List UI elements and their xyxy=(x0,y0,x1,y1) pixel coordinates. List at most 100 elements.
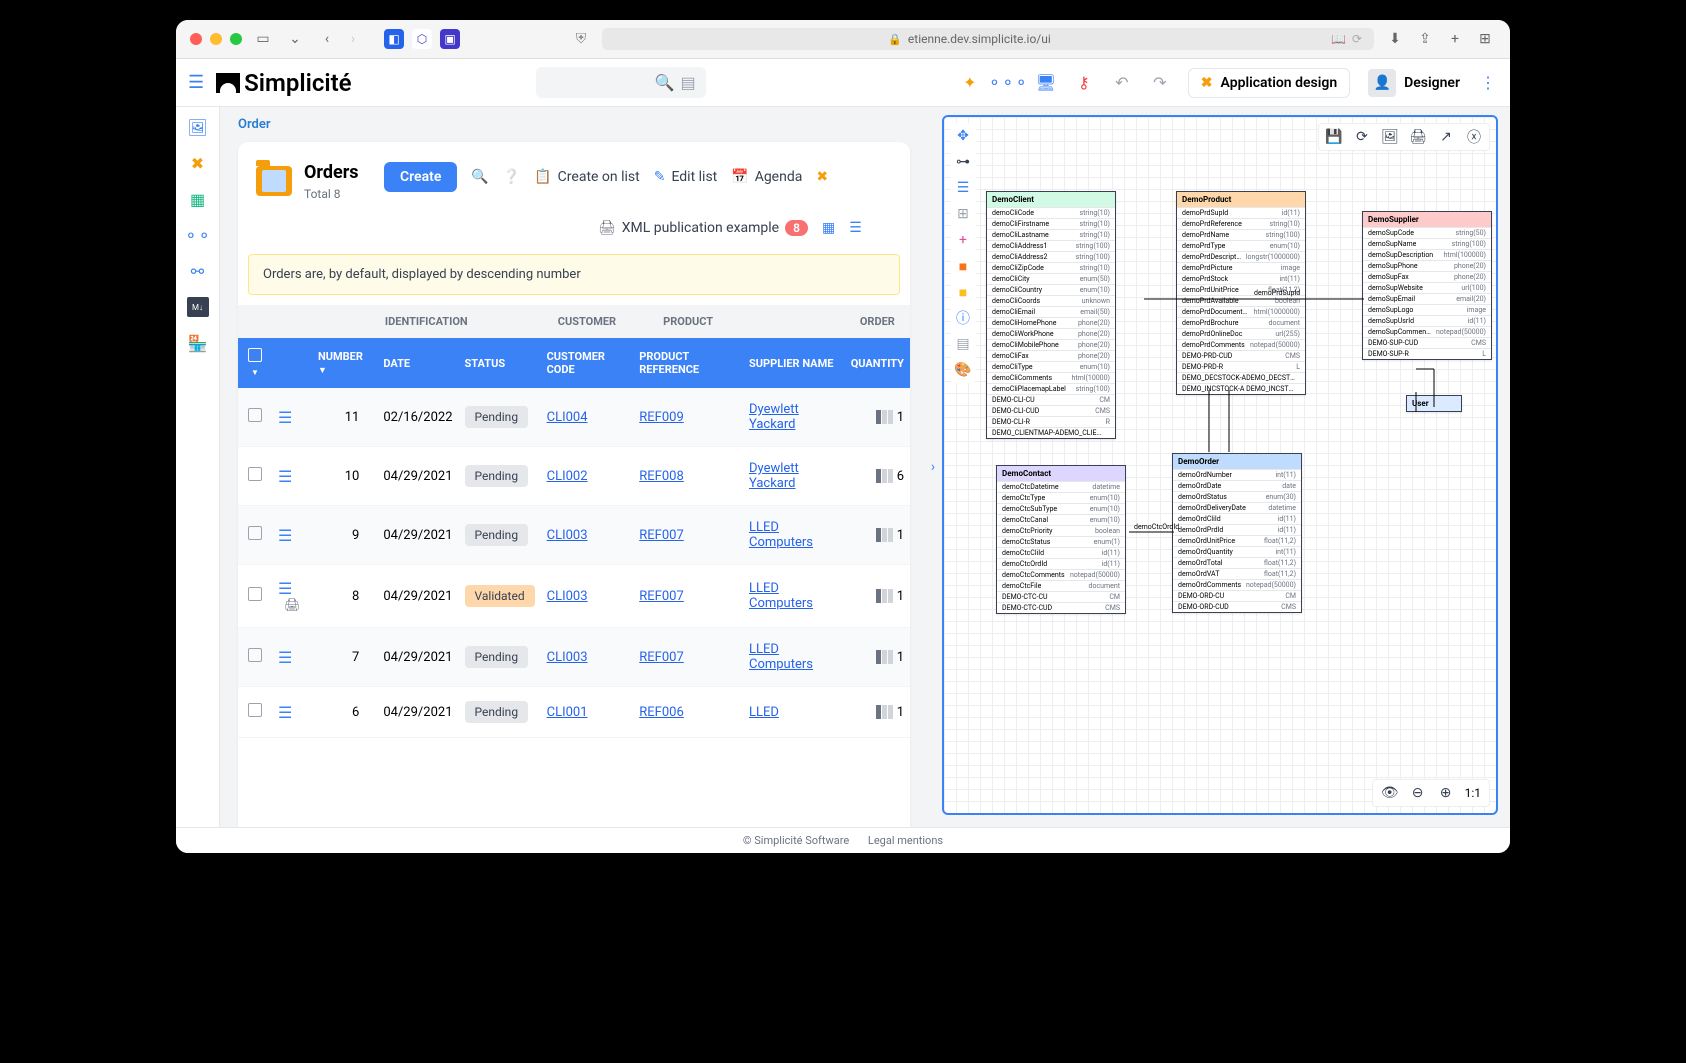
refresh-icon[interactable]: ⟳ xyxy=(1352,32,1362,46)
minimize-window-button[interactable] xyxy=(210,33,222,45)
entity-demosupplier[interactable]: DemoSupplierdemoSupCodestring(50)demoSup… xyxy=(1362,211,1492,360)
product-ref-link[interactable]: REF009 xyxy=(639,410,684,425)
eye-icon[interactable]: 👁 xyxy=(1381,784,1399,802)
entity-democlient[interactable]: DemoClientdemoCliCodestring(10)demoCliFi… xyxy=(986,191,1116,439)
select-all-checkbox[interactable] xyxy=(248,348,262,362)
grid-tool-icon[interactable]: ⊞ xyxy=(954,205,972,223)
print-icon[interactable]: 🖨 xyxy=(1409,128,1427,146)
diagram-canvas[interactable]: demoPrdSupId demoCtcOrdId DemoClientdemo… xyxy=(944,117,1496,813)
info-icon[interactable]: ⓘ xyxy=(954,309,972,327)
sidebar-tree-icon[interactable]: ⚯ xyxy=(188,261,208,281)
supplier-name-link[interactable]: LLED Computers xyxy=(749,581,813,611)
supplier-name-link[interactable]: Dyewlett Yackard xyxy=(749,402,799,432)
sidebar-tools-icon[interactable]: ✖ xyxy=(188,153,208,173)
maximize-window-button[interactable] xyxy=(230,33,242,45)
col-customer-code[interactable]: CUSTOMER CODE xyxy=(541,338,634,388)
link-tool-icon[interactable]: ⊶ xyxy=(954,153,972,171)
product-ref-link[interactable]: REF007 xyxy=(639,528,684,543)
create-on-list-button[interactable]: 📋Create on list xyxy=(534,169,639,185)
list-menu-icon[interactable]: ☰ xyxy=(849,220,862,236)
row-menu-icon[interactable]: ☰ xyxy=(278,648,292,667)
supplier-name-link[interactable]: LLED xyxy=(749,705,779,720)
tabs-icon[interactable]: ⊞ xyxy=(1474,28,1496,50)
entity-user[interactable]: User xyxy=(1406,395,1462,412)
customer-code-link[interactable]: CLI003 xyxy=(547,589,588,604)
move-tool-icon[interactable]: ✥ xyxy=(954,127,972,145)
col-date[interactable]: DATE xyxy=(377,338,458,388)
entity-demoorder[interactable]: DemoOrderdemoOrdNumberint(11)demoOrdDate… xyxy=(1172,453,1302,613)
table-row[interactable]: ☰ 9 04/29/2021 Pending CLI003 REF007 LLE… xyxy=(238,506,910,565)
help-icon[interactable]: ❔ xyxy=(503,169,520,185)
palette-icon[interactable]: 🎨 xyxy=(954,361,972,379)
save-icon[interactable]: 💾 xyxy=(1325,128,1343,146)
edit-list-button[interactable]: ✎Edit list xyxy=(654,169,718,185)
panel-resize-handle[interactable]: › xyxy=(928,107,938,827)
row-menu-icon[interactable]: ☰ xyxy=(278,467,292,486)
forward-button[interactable]: › xyxy=(342,28,364,50)
menu-toggle-button[interactable]: ☰ xyxy=(188,72,204,93)
download-icon[interactable]: ⬇ xyxy=(1384,28,1406,50)
dropdown-icon[interactable]: ⌄ xyxy=(284,28,306,50)
undo-icon[interactable]: ↶ xyxy=(1112,73,1132,93)
monitor-icon[interactable]: 🖥 xyxy=(1036,73,1056,93)
col-status[interactable]: STATUS xyxy=(459,338,541,388)
breadcrumb[interactable]: Order xyxy=(220,107,928,142)
logo[interactable]: Simplicité xyxy=(216,69,351,97)
new-tab-icon[interactable]: + xyxy=(1444,28,1466,50)
sidebar-nodes-icon[interactable]: ⚬⚬ xyxy=(188,225,208,245)
row-checkbox[interactable] xyxy=(248,703,262,717)
col-supplier-name[interactable]: SUPPLIER NAME xyxy=(743,338,845,388)
zoom-out-icon[interactable]: ⊖ xyxy=(1409,784,1427,802)
row-checkbox[interactable] xyxy=(248,526,262,540)
product-ref-link[interactable]: REF007 xyxy=(639,589,684,604)
reader-icon[interactable]: 📖 xyxy=(1331,32,1346,46)
sidebar-toggle-icon[interactable]: ▭ xyxy=(252,28,274,50)
table-row[interactable]: ☰ 11 02/16/2022 Pending CLI004 REF009 Dy… xyxy=(238,388,910,447)
search-action-icon[interactable]: 🔍 xyxy=(471,169,488,185)
image-export-icon[interactable]: 🖼 xyxy=(1381,128,1399,146)
bookmark-icon-1[interactable]: ◧ xyxy=(384,29,404,49)
share-nodes-icon[interactable]: ⚷ xyxy=(1074,73,1094,93)
sidebar-image-icon[interactable]: 🖼 xyxy=(188,117,208,137)
hierarchy-icon[interactable]: ⚬⚬⚬ xyxy=(998,73,1018,93)
row-menu-icon[interactable]: ☰ xyxy=(278,703,292,722)
create-button[interactable]: Create xyxy=(384,162,457,192)
supplier-name-link[interactable]: Dyewlett Yackard xyxy=(749,461,799,491)
diagram-panel[interactable]: ✥ ⊶ ☰ ⊞ + ■ ■ ⓘ ▤ 🎨 💾 ⟳ 🖼 🖨 ↗ xyxy=(942,115,1498,815)
footer-legal[interactable]: Legal mentions xyxy=(868,834,943,847)
sidebar-store-icon[interactable]: 🏪 xyxy=(188,333,208,353)
external-icon[interactable]: ↗ xyxy=(1437,128,1455,146)
format-icon[interactable]: ▤ xyxy=(954,335,972,353)
print-row-icon[interactable]: 🖨 xyxy=(284,598,301,613)
zoom-in-icon[interactable]: ⊕ xyxy=(1437,784,1455,802)
col-quantity[interactable]: QUANTITY xyxy=(845,338,910,388)
product-ref-link[interactable]: REF006 xyxy=(639,705,684,720)
table-row[interactable]: ☰ 6 04/29/2021 Pending CLI001 REF006 LLE… xyxy=(238,687,910,738)
table-row[interactable]: ☰ 10 04/29/2021 Pending CLI002 REF008 Dy… xyxy=(238,447,910,506)
application-design-button[interactable]: ✖ Application design xyxy=(1188,68,1350,98)
product-ref-link[interactable]: REF008 xyxy=(639,469,684,484)
customer-code-link[interactable]: CLI003 xyxy=(547,528,588,543)
sidebar-markdown-icon[interactable]: M↓ xyxy=(187,297,209,317)
close-window-button[interactable] xyxy=(190,33,202,45)
user-menu-button[interactable]: 👤 Designer xyxy=(1368,69,1460,97)
refresh-diagram-icon[interactable]: ⟳ xyxy=(1353,128,1371,146)
row-checkbox[interactable] xyxy=(248,648,262,662)
customer-code-link[interactable]: CLI003 xyxy=(547,650,588,665)
row-menu-icon[interactable]: ☰ xyxy=(278,579,292,598)
table-row[interactable]: ☰🖨 8 04/29/2021 Validated CLI003 REF007 … xyxy=(238,565,910,628)
tools-action-icon[interactable]: ✖ xyxy=(816,169,828,185)
columns-icon[interactable]: ▦ xyxy=(822,220,835,236)
kebab-menu-icon[interactable]: ⋮ xyxy=(1478,73,1498,93)
agenda-button[interactable]: 📅Agenda xyxy=(731,169,802,185)
table-row[interactable]: ☰ 7 04/29/2021 Pending CLI003 REF007 LLE… xyxy=(238,628,910,687)
row-checkbox[interactable] xyxy=(248,587,262,601)
square-yellow-icon[interactable]: ■ xyxy=(954,283,972,301)
add-tool-icon[interactable]: + xyxy=(954,231,972,249)
product-ref-link[interactable]: REF007 xyxy=(639,650,684,665)
list-tool-icon[interactable]: ☰ xyxy=(954,179,972,197)
customer-code-link[interactable]: CLI001 xyxy=(547,705,588,720)
row-checkbox[interactable] xyxy=(248,467,262,481)
shield-icon[interactable]: ⛨ xyxy=(570,28,592,50)
supplier-name-link[interactable]: LLED Computers xyxy=(749,642,813,672)
